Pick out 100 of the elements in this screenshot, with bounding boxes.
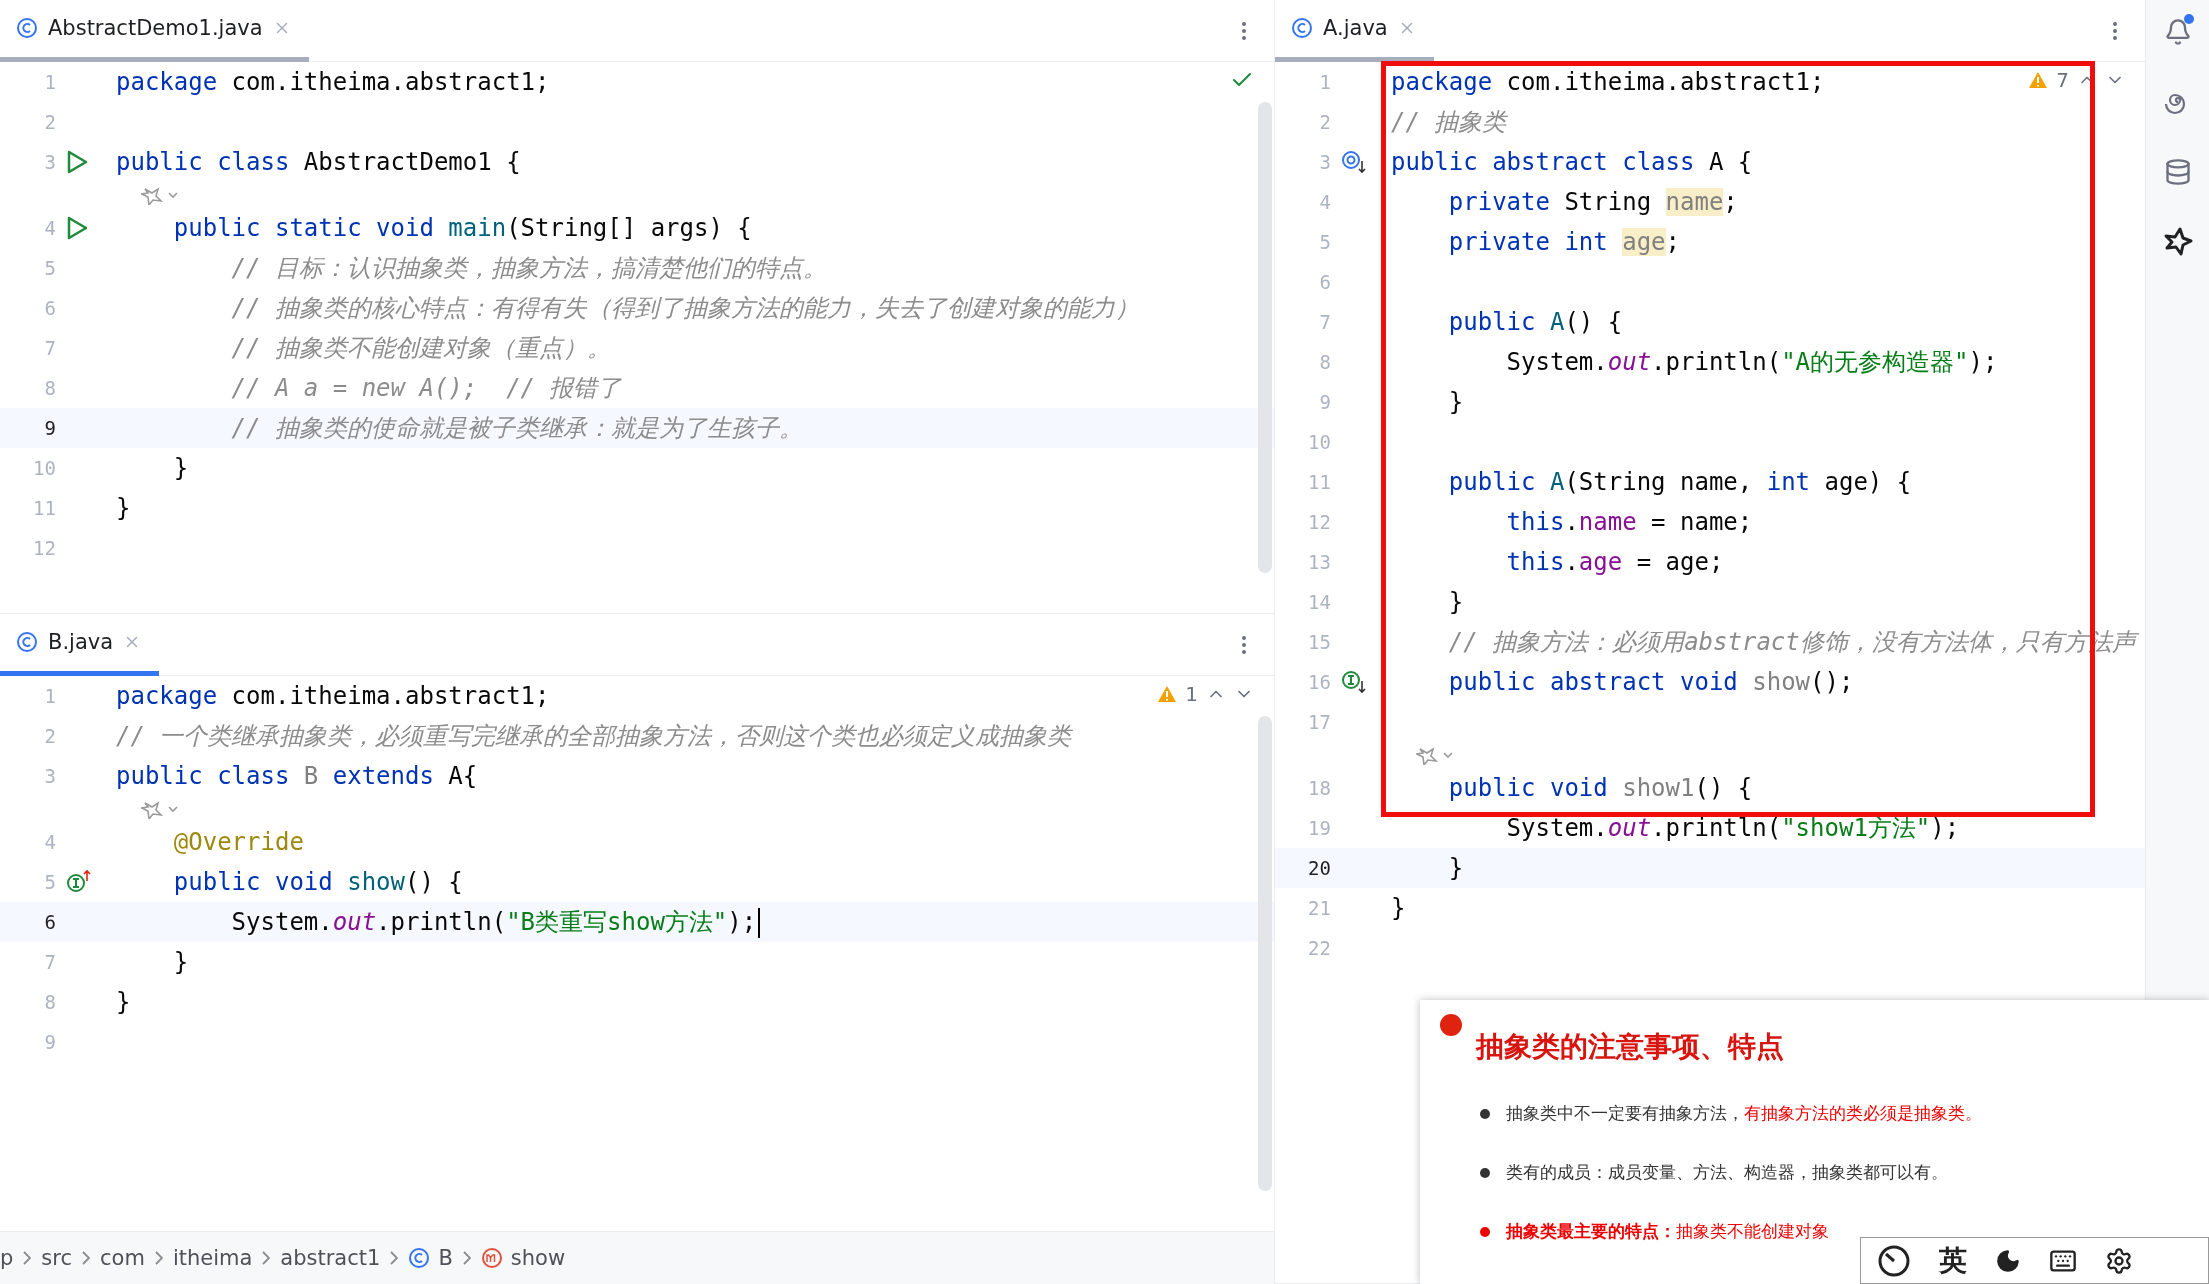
code-line: System.out.println("B类重写show方法"); bbox=[116, 906, 761, 938]
code-line: } bbox=[172, 454, 189, 482]
line-number: 2 bbox=[43, 725, 56, 747]
line-number: 3 bbox=[43, 765, 56, 787]
class-icon bbox=[16, 631, 38, 653]
editor-tab[interactable]: AbstractDemo1.java bbox=[0, 0, 309, 62]
line-number: 3 bbox=[1318, 151, 1331, 173]
code-line: } bbox=[116, 494, 131, 522]
warning-count[interactable]: 7 bbox=[2056, 68, 2069, 92]
line-number: 6 bbox=[1318, 271, 1331, 293]
line-number: 8 bbox=[43, 377, 56, 399]
breadcrumb-item[interactable]: abstract1 bbox=[280, 1246, 381, 1270]
code-line: } bbox=[1447, 854, 1464, 882]
ai-hint-icon[interactable] bbox=[1415, 745, 1456, 765]
line-number: 11 bbox=[32, 497, 56, 519]
line-number: 6 bbox=[43, 297, 56, 319]
code-line: package com.itheima.abstract1; bbox=[1391, 68, 1825, 96]
editor-tab[interactable]: B.java bbox=[0, 613, 160, 676]
code-line: package com.itheima.abstract1; bbox=[116, 682, 550, 710]
code-line: // 一个类继承抽象类，必须重写完继承的全部抽象方法，否则这个类也必须定义成抽象类 bbox=[116, 721, 1072, 752]
line-number: 9 bbox=[43, 417, 56, 439]
line-number: 1 bbox=[43, 71, 56, 93]
code-line: package com.itheima.abstract1; bbox=[116, 68, 550, 96]
line-number: 9 bbox=[43, 1031, 56, 1053]
chevron-right-icon bbox=[262, 1251, 271, 1265]
code-line: System.out.println("A的无参构造器"); bbox=[1505, 347, 1998, 378]
code-line: // 抽象类不能创建对象（重点）。 bbox=[230, 333, 611, 364]
line-number: 8 bbox=[43, 991, 56, 1013]
code-line: // 抽象类的使命就是被子类继承：就是为了生孩子。 bbox=[230, 413, 803, 444]
chevron-right-icon bbox=[154, 1251, 163, 1265]
line-number: 2 bbox=[43, 111, 56, 133]
interface-up-arrow-icon[interactable] bbox=[66, 869, 92, 895]
line-number: 9 bbox=[1318, 391, 1331, 413]
class-icon bbox=[1291, 17, 1313, 39]
line-number: 13 bbox=[1307, 551, 1331, 573]
line-number: 4 bbox=[43, 831, 56, 853]
line-number: 10 bbox=[1307, 431, 1331, 453]
settings-icon[interactable] bbox=[2105, 1246, 2133, 1275]
line-number: 5 bbox=[43, 871, 56, 893]
code-line: this.name = name; bbox=[1505, 508, 1753, 536]
line-number: 7 bbox=[43, 337, 56, 359]
line-number: 22 bbox=[1307, 937, 1331, 959]
line-number: 14 bbox=[1307, 591, 1331, 613]
moon-icon[interactable] bbox=[1995, 1247, 2021, 1274]
line-number: 4 bbox=[1318, 191, 1331, 213]
line-number: 6 bbox=[43, 911, 56, 933]
line-number: 7 bbox=[43, 951, 56, 973]
run-icon[interactable] bbox=[66, 150, 88, 174]
breadcrumb-item[interactable]: com bbox=[100, 1246, 145, 1270]
code-line: private int age; bbox=[1447, 228, 1680, 256]
code-line: System.out.println("show1方法"); bbox=[1505, 813, 1960, 844]
class-icon bbox=[16, 17, 38, 39]
code-line: public abstract class A { bbox=[1391, 148, 1753, 176]
code-line: } bbox=[1447, 588, 1464, 616]
ai-hint-icon[interactable] bbox=[140, 799, 181, 819]
line-number: 12 bbox=[1307, 511, 1331, 533]
warning-icon[interactable] bbox=[2028, 71, 2049, 89]
breadcrumb-item[interactable]: src bbox=[41, 1246, 72, 1270]
code-line: public class B extends A{ bbox=[116, 762, 478, 790]
code-line: public abstract void show(); bbox=[1447, 668, 1854, 696]
breadcrumb-item[interactable]: B bbox=[408, 1246, 453, 1270]
method-icon bbox=[480, 1247, 503, 1269]
code-line: } bbox=[116, 988, 131, 1016]
chevron-right-icon bbox=[390, 1251, 399, 1265]
warning-count[interactable]: 1 bbox=[1185, 682, 1198, 706]
gauge-icon[interactable] bbox=[1877, 1243, 1911, 1278]
code-line: public void show1() { bbox=[1447, 774, 1753, 802]
line-number: 1 bbox=[43, 685, 56, 707]
code-line: } bbox=[172, 948, 189, 976]
line-number: 2 bbox=[1318, 111, 1331, 133]
line-number: 21 bbox=[1307, 897, 1331, 919]
line-number: 15 bbox=[1307, 631, 1331, 653]
code-line: // 抽象类 bbox=[1391, 107, 1507, 138]
editor-tab[interactable]: A.java bbox=[1275, 0, 1434, 62]
scrollbar[interactable] bbox=[1258, 102, 1272, 573]
implemented-down-arrow-icon[interactable] bbox=[1341, 149, 1367, 175]
line-number: 1 bbox=[1318, 71, 1331, 93]
line-number: 4 bbox=[43, 217, 56, 239]
code-line: public void show() { bbox=[172, 868, 463, 896]
scrollbar[interactable] bbox=[1258, 716, 1272, 1191]
breadcrumb-item[interactable]: show bbox=[480, 1246, 566, 1270]
code-line: // 抽象类的核心特点：有得有失（得到了抽象方法的能力，失去了创建对象的能力） bbox=[230, 293, 1139, 324]
class-icon bbox=[408, 1247, 431, 1269]
code-line: this.age = age; bbox=[1505, 548, 1724, 576]
bullet-text: 类有的成员：成员变量、方法、构造器，抽象类都可以有。 bbox=[1506, 1161, 1948, 1184]
line-number: 19 bbox=[1307, 817, 1331, 839]
line-number: 20 bbox=[1307, 857, 1331, 879]
code-line: public static void main(String[] args) { bbox=[172, 214, 752, 242]
breadcrumb-item[interactable]: p bbox=[0, 1246, 14, 1270]
breadcrumb-item[interactable]: itheima bbox=[172, 1246, 253, 1270]
code-line: private String name; bbox=[1447, 188, 1738, 216]
line-number: 10 bbox=[32, 457, 56, 479]
run-icon[interactable] bbox=[66, 216, 88, 240]
ai-hint-icon[interactable] bbox=[140, 185, 181, 205]
code-line: // 目标：认识抽象类，抽象方法，搞清楚他们的特点。 bbox=[230, 253, 827, 284]
warning-icon[interactable] bbox=[1157, 685, 1178, 703]
input-language-toggle[interactable]: 英 bbox=[1939, 1241, 1967, 1280]
line-number: 5 bbox=[1318, 231, 1331, 253]
chevron-right-icon bbox=[462, 1251, 471, 1265]
interface-down-arrow-icon[interactable] bbox=[1341, 669, 1367, 695]
